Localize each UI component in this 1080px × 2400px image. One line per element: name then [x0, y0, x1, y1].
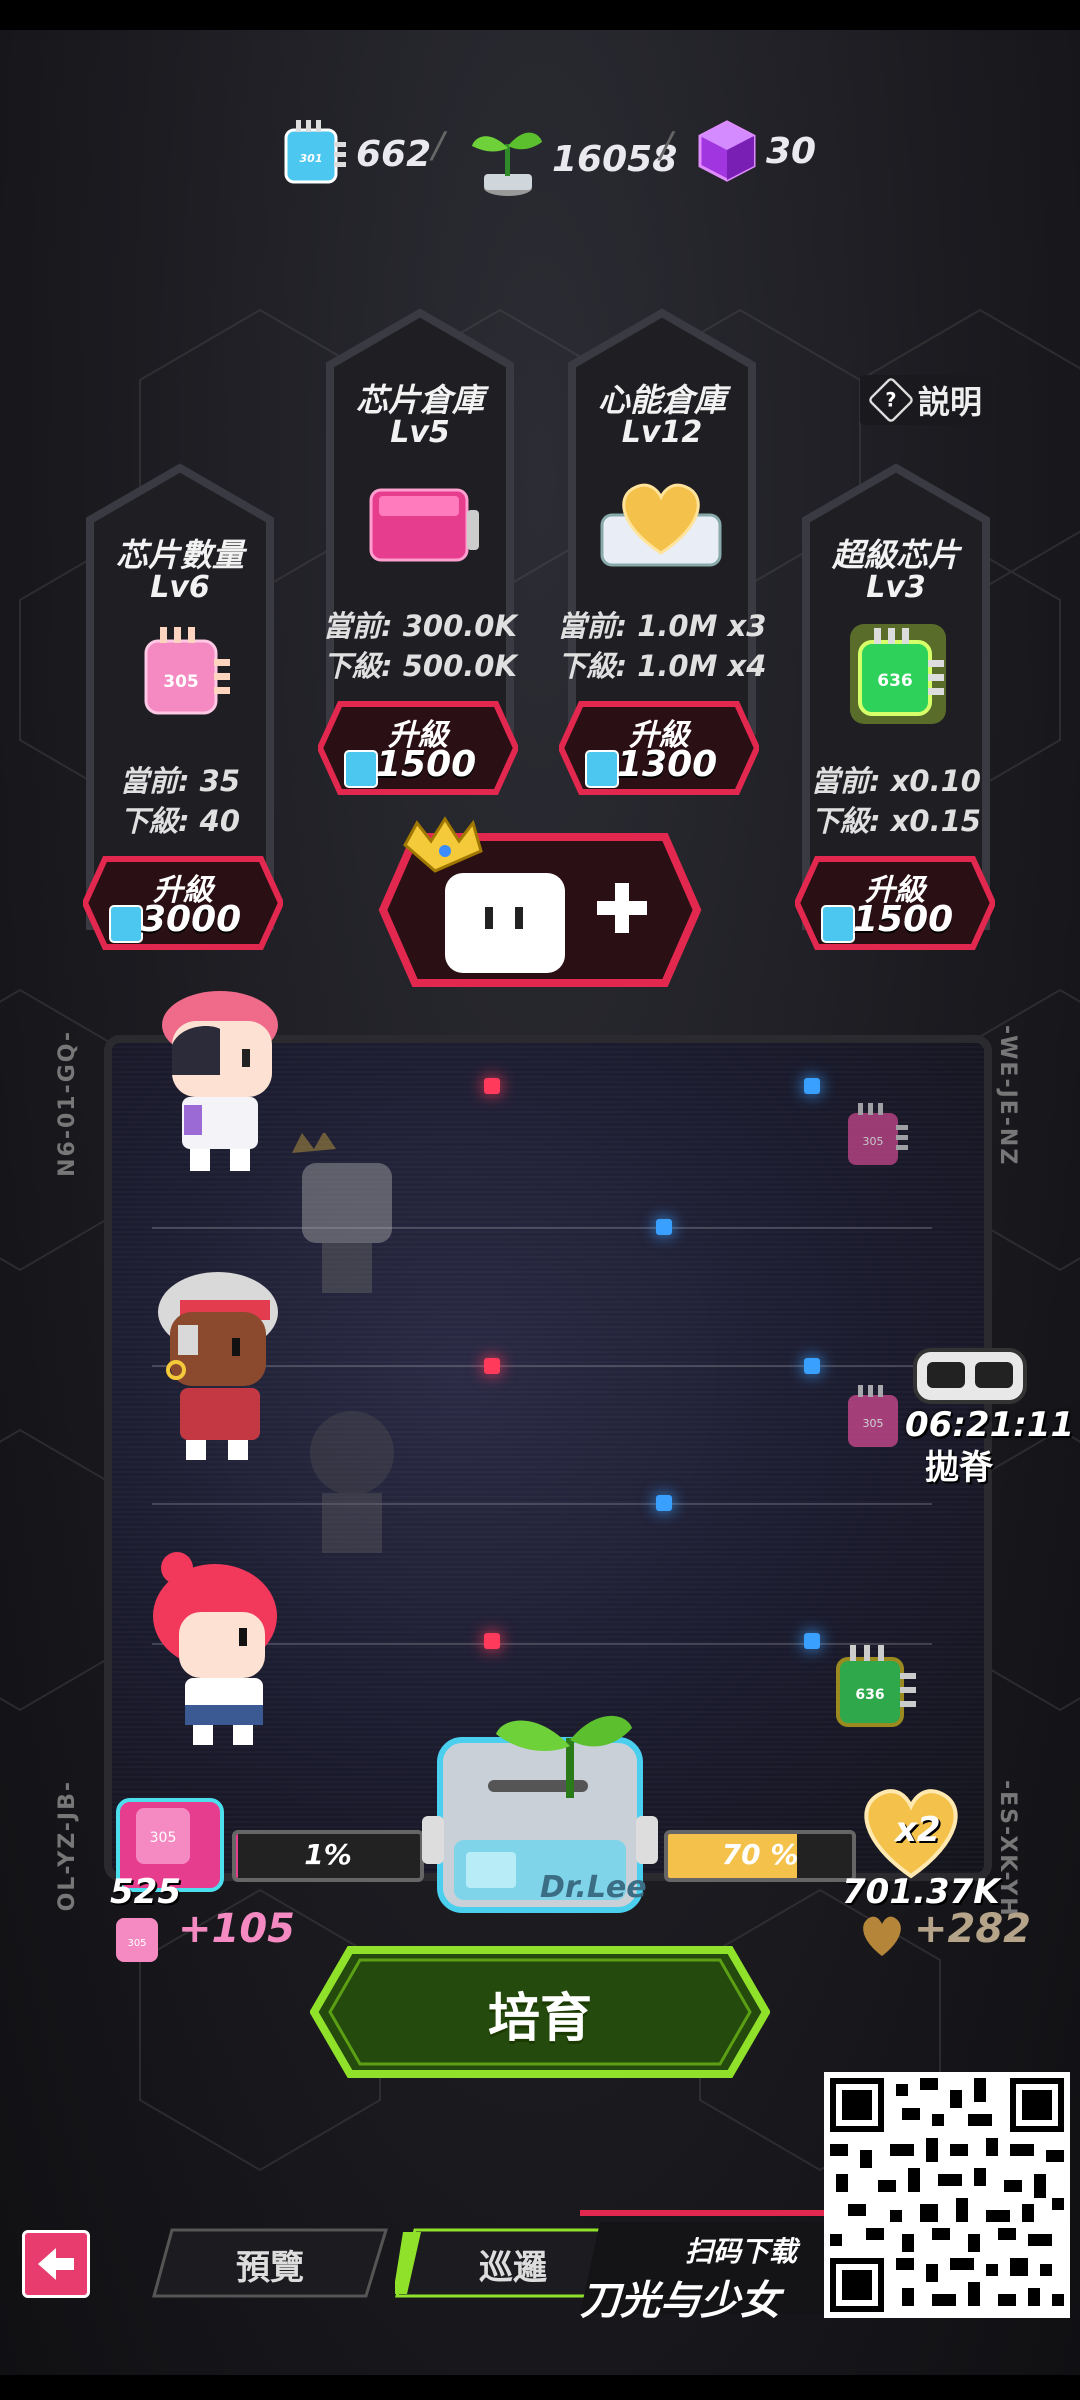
upgrade-cost: 3000: [141, 899, 242, 940]
card-level: Lv12: [621, 415, 703, 450]
chip-gain: +105: [178, 1906, 296, 1952]
arena-code-left-bottom: OL-YZ-JB-: [55, 1780, 80, 1912]
chip-progress-text: 1%: [304, 1838, 352, 1871]
upgrade-cost: 1300: [617, 744, 718, 785]
card-next: 下級: 40: [119, 804, 241, 838]
lane-line: [152, 1227, 932, 1229]
svg-text:305: 305: [863, 1417, 884, 1430]
upgrade-cost: 1500: [853, 899, 954, 940]
character-red-hair[interactable]: [145, 1540, 295, 1750]
chip-cost-icon: [821, 905, 855, 943]
character-pink-beanie[interactable]: [150, 985, 300, 1180]
upgrade-card-chip-storage: 芯片倉庫 Lv5 當前: 300.0K 下級: 500.0K: [310, 305, 530, 735]
qr-code[interactable]: [824, 2072, 1070, 2318]
promo-game-title: 刀光与少女: [580, 2278, 780, 2324]
incubator-label: Dr.Lee: [540, 1870, 647, 1905]
cube-count: 30: [766, 130, 817, 172]
svg-text:305: 305: [863, 1135, 884, 1148]
sprout-resource: 16058: [468, 118, 677, 200]
card-level: Lv5: [390, 415, 450, 450]
chip-progress-bar: 1%: [232, 1830, 424, 1882]
pink-chip-icon: 305: [144, 627, 230, 715]
nav-bar: [0, 2375, 1080, 2400]
chip-count: 662: [356, 133, 432, 175]
upgrade-card-heart-storage: 心能倉庫 Lv12 當前: 1.0M x3 下級: 1.0M x4: [552, 305, 772, 735]
pink-chip-icon: 305: [848, 1103, 908, 1165]
sprout-pot-icon: [472, 132, 542, 196]
card-next: 下級: 500.0K: [323, 649, 517, 683]
heart-progress-text: 70 %: [721, 1838, 799, 1871]
timer-value: 06:21:11: [905, 1405, 1075, 1445]
card-current: 當前: 35: [119, 764, 241, 798]
svg-text:301: 301: [300, 152, 323, 165]
card-current: 當前: x0.10: [811, 764, 981, 798]
chip-cost-icon: [585, 750, 619, 788]
breed-button[interactable]: 培育: [310, 1940, 770, 2090]
character-white-hair[interactable]: [140, 1250, 290, 1465]
arena-code-left-top: N6-01-GQ-: [55, 1030, 80, 1177]
help-label: 説明: [918, 383, 983, 421]
upgrade-button-heart-storage[interactable]: 升級 1300: [559, 700, 759, 796]
ghost-character: [310, 1411, 394, 1553]
help-button[interactable]: ? 説明: [860, 375, 993, 425]
svg-text:305: 305: [150, 1830, 177, 1846]
light-dot: [804, 1358, 820, 1374]
green-chip-icon: 636: [836, 1645, 916, 1727]
cube-icon: [698, 120, 756, 182]
arrow-left-icon: [38, 2248, 74, 2280]
pink-chip-small-icon: 305: [116, 1918, 158, 1962]
light-dot: [484, 1078, 500, 1094]
green-chip-icon: 636: [850, 624, 946, 724]
divider: /: [432, 125, 445, 166]
divider: /: [660, 125, 673, 166]
tab-preview[interactable]: 預覽: [152, 2228, 388, 2298]
back-button[interactable]: [22, 2230, 90, 2298]
light-dot: [656, 1495, 672, 1511]
promo-banner[interactable]: 扫码下载 刀光与少女: [580, 2210, 830, 2324]
card-current: 當前: 300.0K: [323, 609, 517, 643]
heart-storage-icon: [600, 483, 722, 567]
game-screen: 301 662 / 16058 / 30 ? 説明 芯片數量 Lv6 305 當…: [0, 0, 1080, 2400]
timer-label: 拋脊: [925, 1448, 993, 1488]
light-dot: [804, 1633, 820, 1649]
sprout-count: 16058: [552, 138, 678, 180]
upgrade-button-chip-storage[interactable]: 升級 1500: [318, 700, 518, 796]
chip-cost-icon: [109, 905, 143, 943]
svg-text:636: 636: [855, 1687, 884, 1703]
card-level: Lv3: [866, 570, 926, 605]
cube-resource: 30: [694, 118, 816, 184]
light-dot: [804, 1078, 820, 1094]
chip-stock: 525: [110, 1872, 181, 1912]
card-current: 當前: 1.0M x3: [557, 609, 767, 643]
question-icon: ?: [867, 376, 915, 424]
card-next: 下級: 1.0M x4: [557, 649, 767, 683]
breed-label: 培育: [487, 1989, 592, 2049]
heart-progress-bar: 70 %: [664, 1830, 856, 1882]
chip-box-icon: [369, 488, 479, 562]
lane-line: [152, 1503, 932, 1505]
heart-gain: +282: [914, 1906, 1032, 1952]
chip-icon: 301: [284, 120, 346, 184]
heart-small-icon: [863, 1916, 901, 1956]
svg-text:305: 305: [127, 1938, 146, 1949]
card-level: Lv6: [150, 570, 210, 605]
chip-cost-icon: [344, 750, 378, 788]
upgrade-cost: 1500: [376, 744, 477, 785]
upgrade-button-chip-count[interactable]: 升級 3000: [83, 855, 283, 951]
light-dot: [656, 1219, 672, 1235]
svg-text:305: 305: [163, 672, 199, 692]
heart-multiplier: x2: [895, 1810, 941, 1850]
add-companion-button[interactable]: [375, 815, 705, 995]
light-dot: [484, 1358, 500, 1374]
tab-preview-label: 預覽: [236, 2248, 304, 2288]
chip-resource: 301 662: [278, 118, 431, 190]
svg-text:636: 636: [877, 671, 913, 691]
card-next: 下級: x0.15: [811, 804, 981, 838]
arena-code-right-top: -WE-JE-NZ: [995, 1025, 1020, 1167]
ghost-companion: [292, 1133, 392, 1293]
pink-chip-icon: 305: [848, 1385, 898, 1447]
light-dot: [484, 1633, 500, 1649]
promo-scan-text: 扫码下载: [685, 2235, 798, 2268]
upgrade-button-super-chip[interactable]: 升級 1500: [795, 855, 995, 951]
